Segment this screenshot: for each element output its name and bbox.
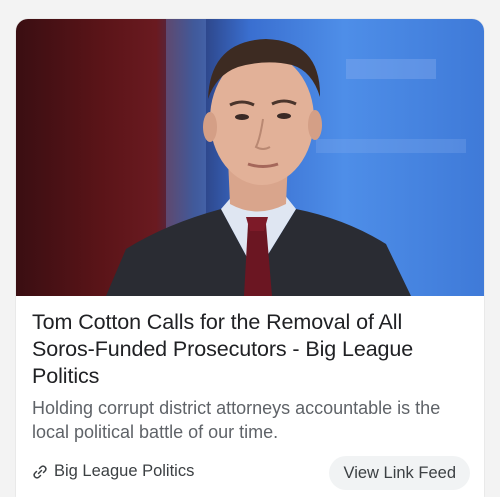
view-link-feed-button[interactable]: View Link Feed: [329, 456, 470, 490]
link-icon: [32, 464, 48, 480]
article-image[interactable]: [16, 19, 484, 296]
card-footer: Big League Politics View Link Feed: [32, 456, 470, 490]
portrait-illustration: [106, 19, 466, 296]
article-source[interactable]: Big League Politics: [32, 462, 194, 481]
article-snippet: Holding corrupt district attorneys accou…: [32, 398, 441, 442]
source-name: Big League Politics: [54, 462, 195, 480]
article-text: Tom Cotton Calls for the Removal of All …: [32, 309, 470, 444]
article-title[interactable]: Tom Cotton Calls for the Removal of All …: [32, 309, 470, 390]
news-card[interactable]: Tom Cotton Calls for the Removal of All …: [16, 19, 484, 497]
